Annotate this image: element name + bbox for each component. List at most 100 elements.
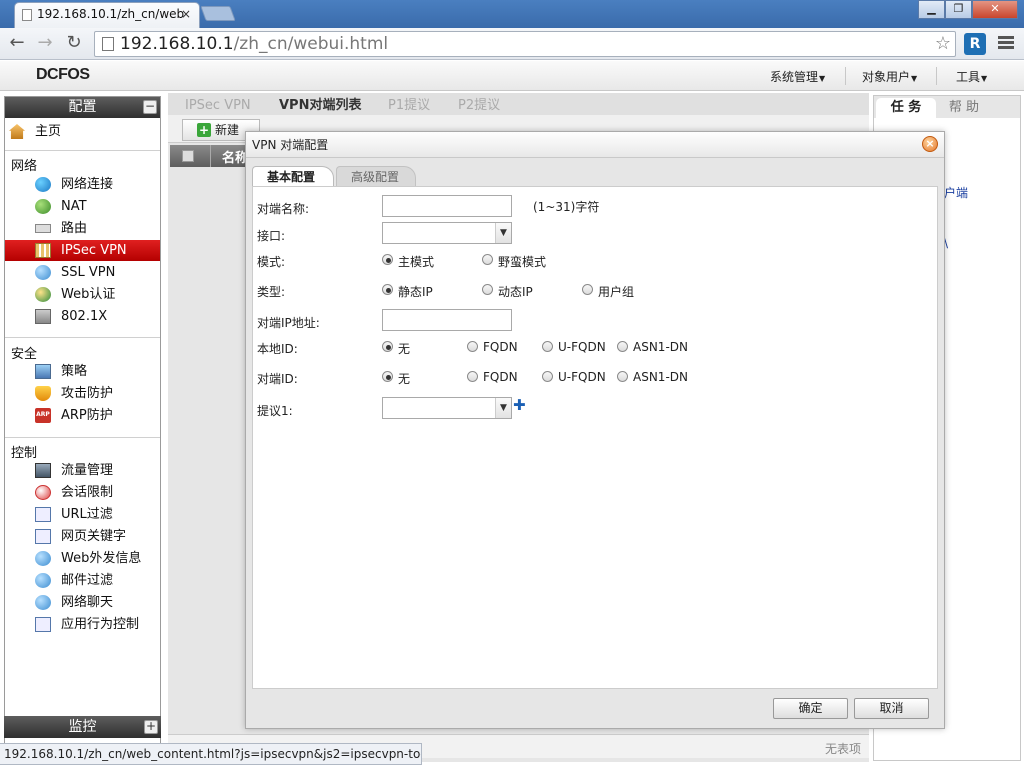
radio-dot	[382, 284, 393, 295]
local-id-ufqdn-radio[interactable]: U-FQDN	[542, 340, 606, 354]
sidebar-item-ssl-vpn[interactable]: SSL VPN	[5, 262, 160, 283]
interface-select[interactable]: ▼	[382, 222, 512, 244]
sidebar-item-ipsec-vpn[interactable]: IPSec VPN	[5, 240, 160, 261]
radio-dot	[467, 371, 478, 382]
proposal1-select[interactable]: ▼	[382, 397, 512, 419]
browser-titlebar: 192.168.10.1/zh_cn/web × ▁ ❐ ✕	[0, 0, 1024, 28]
radio-dot	[617, 371, 628, 382]
tab-p2-proposal[interactable]: P2提议	[458, 96, 500, 115]
caret-down-icon: ▼	[911, 74, 918, 83]
tab-advanced-config[interactable]: 高级配置	[336, 166, 416, 186]
sidebar-item-mail-filter[interactable]: 邮件过滤	[5, 570, 160, 591]
sidebar-item-nat[interactable]: NAT	[5, 196, 160, 217]
sidebar-item-policy[interactable]: 策略	[5, 361, 160, 382]
radio-dot	[382, 371, 393, 382]
sidebar-item-web-keyword[interactable]: 网页关键字	[5, 526, 160, 547]
radio-label: ASN1-DN	[633, 370, 688, 384]
browser-tab[interactable]: 192.168.10.1/zh_cn/web ×	[14, 2, 200, 28]
sidebar-monitor-header[interactable]: 监控 +	[4, 716, 161, 738]
tab-close-icon[interactable]: ×	[181, 7, 191, 21]
ok-button[interactable]: 确定	[773, 698, 848, 719]
tab-p1-proposal[interactable]: P1提议	[388, 96, 430, 115]
expand-icon[interactable]: +	[144, 720, 158, 734]
app-control-icon	[35, 617, 51, 632]
type-user-group-radio[interactable]: 用户组	[582, 283, 634, 300]
collapse-icon[interactable]: −	[143, 100, 157, 114]
radio-label: U-FQDN	[558, 370, 606, 384]
peer-id-asn1dn-radio[interactable]: ASN1-DN	[617, 370, 688, 384]
sidebar-item-app-behavior[interactable]: 应用行为控制	[5, 614, 160, 635]
sidebar-item-label: 策略	[61, 364, 88, 379]
sidebar-item-traffic-management[interactable]: 流量管理	[5, 460, 160, 481]
bookmark-star-icon[interactable]: ☆	[935, 33, 951, 54]
browser-menu-icon[interactable]	[998, 36, 1014, 51]
reload-icon[interactable]: ↻	[62, 32, 86, 56]
sidebar-item-web-auth[interactable]: Web认证	[5, 284, 160, 305]
sidebar-divider	[5, 337, 160, 338]
select-all-checkbox[interactable]	[182, 150, 194, 162]
sidebar-item-attack-defense[interactable]: 攻击防护	[5, 383, 160, 404]
peer-id-fqdn-radio[interactable]: FQDN	[467, 370, 518, 384]
sidebar-item-arp-defense[interactable]: ARP ARP防护	[5, 405, 160, 426]
maximize-icon[interactable]: ❐	[945, 0, 972, 19]
dialog-footer: 确定 取消	[246, 689, 944, 728]
peer-name-input[interactable]	[382, 195, 512, 217]
back-arrow-icon[interactable]: ←	[5, 32, 29, 56]
sidebar-item-8021x[interactable]: 802.1X	[5, 306, 160, 327]
local-id-fqdn-radio[interactable]: FQDN	[467, 340, 518, 354]
dialog-title: VPN 对端配置	[252, 138, 329, 152]
radio-label: ASN1-DN	[633, 340, 688, 354]
sidebar-item-session-limit[interactable]: 会话限制	[5, 482, 160, 503]
peer-id-none-radio[interactable]: 无	[382, 370, 410, 387]
app-logo: DCFOS	[36, 66, 90, 83]
mail-filter-icon	[35, 573, 51, 588]
menu-tools[interactable]: 工具▼	[956, 68, 987, 85]
minimize-icon[interactable]: ▁	[918, 0, 945, 19]
sidebar-item-label: NAT	[61, 199, 87, 214]
mode-aggressive-radio[interactable]: 野蛮模式	[482, 253, 546, 270]
ssl-vpn-icon	[35, 265, 51, 280]
sidebar-divider	[5, 150, 160, 151]
web-outbound-icon	[35, 551, 51, 566]
menu-system-management[interactable]: 系统管理▼	[770, 68, 825, 85]
tab-tasks[interactable]: 任 务	[876, 98, 936, 118]
address-url[interactable]: 192.168.10.1/zh_cn/webui.html	[120, 34, 388, 54]
tab-help[interactable]: 帮 助	[940, 98, 988, 118]
sidebar-item-network-chat[interactable]: 网络聊天	[5, 592, 160, 613]
peer-ip-input[interactable]	[382, 309, 512, 331]
sidebar-item-url-filter[interactable]: URL过滤	[5, 504, 160, 525]
chevron-down-icon[interactable]: ▼	[495, 398, 511, 418]
tab-basic-config[interactable]: 基本配置	[252, 166, 334, 186]
url-path: /zh_cn/webui.html	[233, 34, 389, 54]
peer-id-ufqdn-radio[interactable]: U-FQDN	[542, 370, 606, 384]
task-link[interactable]: 户端	[944, 184, 968, 201]
sidebar-item-web-outbound[interactable]: Web外发信息	[5, 548, 160, 569]
extension-icon[interactable]: R	[964, 33, 986, 55]
page-icon	[102, 37, 114, 51]
interface-label: 接口:	[257, 229, 286, 243]
window-close-icon[interactable]: ✕	[972, 0, 1018, 19]
tab-vpn-peer-list[interactable]: VPN对端列表	[279, 96, 361, 115]
cancel-button[interactable]: 取消	[854, 698, 929, 719]
forward-arrow-icon[interactable]: →	[33, 32, 57, 56]
tab-ipsec-vpn[interactable]: IPSec VPN	[185, 96, 251, 115]
traffic-icon	[35, 463, 51, 478]
sidebar-item-route[interactable]: 路由	[5, 218, 160, 239]
dialog-close-icon[interactable]: ×	[922, 136, 938, 152]
device-icon	[35, 309, 51, 324]
radio-label: 无	[398, 372, 411, 386]
type-static-ip-radio[interactable]: 静态IP	[382, 283, 433, 300]
local-id-none-radio[interactable]: 无	[382, 340, 410, 357]
add-proposal-icon[interactable]: ✚	[513, 398, 526, 413]
type-dynamic-ip-radio[interactable]: 动态IP	[482, 283, 533, 300]
chevron-down-icon[interactable]: ▼	[495, 223, 511, 243]
menu-object-user[interactable]: 对象用户▼	[862, 68, 917, 85]
address-bar[interactable]: 192.168.10.1/zh_cn/webui.html ☆	[94, 31, 956, 57]
mode-main-radio[interactable]: 主模式	[382, 253, 434, 270]
sidebar-item-home[interactable]: 主页	[5, 121, 160, 142]
sidebar-item-network-connection[interactable]: 网络连接	[5, 174, 160, 195]
dialog-titlebar[interactable]: VPN 对端配置 ×	[246, 132, 944, 158]
new-tab-button[interactable]	[200, 6, 236, 21]
local-id-asn1dn-radio[interactable]: ASN1-DN	[617, 340, 688, 354]
page-icon	[22, 9, 32, 21]
